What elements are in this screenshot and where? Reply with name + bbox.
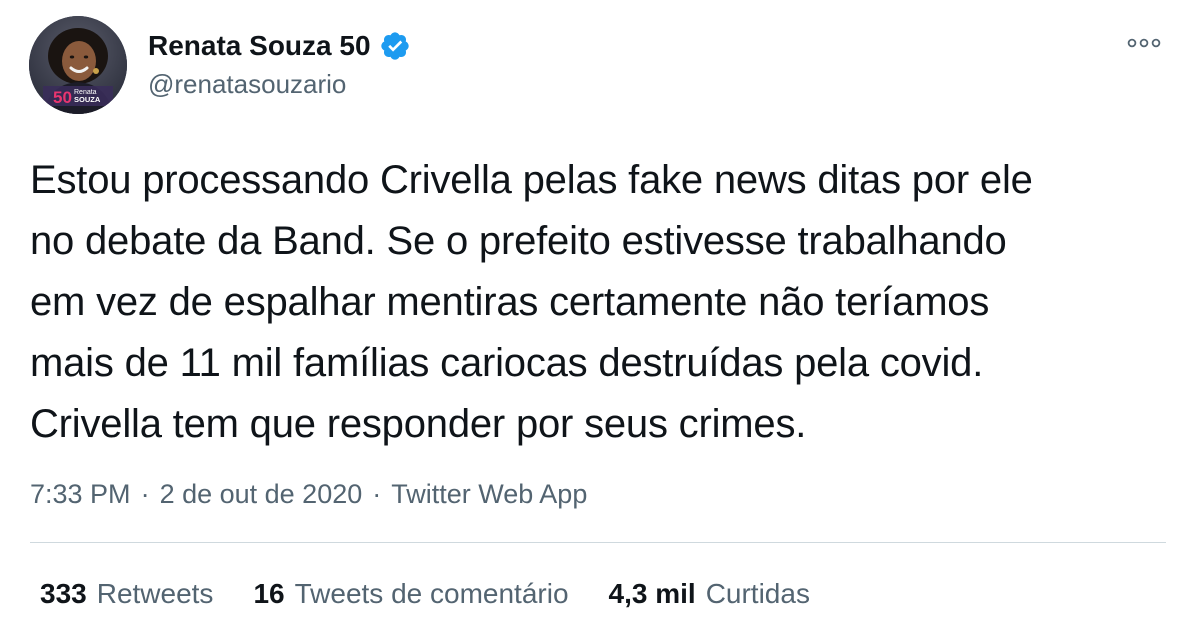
- tweet-meta: 7:33 PM · 2 de out de 2020 · Twitter Web…: [30, 474, 587, 514]
- meta-separator: ·: [372, 478, 382, 509]
- tweet-stats: 333 Retweets 16 Tweets de comentário 4,3…: [40, 574, 850, 614]
- divider: [30, 542, 1166, 543]
- likes-stat[interactable]: 4,3 mil Curtidas: [609, 578, 810, 610]
- avatar-badge-number: 50: [53, 88, 72, 107]
- meta-separator: ·: [140, 478, 150, 509]
- quote-tweets-stat[interactable]: 16 Tweets de comentário: [253, 578, 568, 610]
- avatar[interactable]: 50 Renata SOUZA: [29, 16, 127, 114]
- retweets-count: 333: [40, 578, 87, 609]
- avatar-badge-line2: SOUZA: [74, 95, 101, 104]
- likes-label: Curtidas: [705, 578, 810, 609]
- tweet-date[interactable]: 2 de out de 2020: [160, 479, 363, 510]
- author-name-row: Renata Souza 50: [148, 27, 411, 65]
- tweet-time[interactable]: 7:33 PM: [30, 479, 131, 510]
- avatar-image: 50 Renata SOUZA: [29, 16, 127, 114]
- author-display-name[interactable]: Renata Souza 50: [148, 27, 371, 65]
- retweets-stat[interactable]: 333 Retweets: [40, 578, 213, 610]
- tweet-source[interactable]: Twitter Web App: [391, 479, 587, 510]
- tweet-text: Estou processando Crivella pelas fake ne…: [30, 158, 1033, 446]
- more-options-icon: [1127, 38, 1161, 48]
- likes-count: 4,3 mil: [608, 578, 696, 609]
- tweet-card: 50 Renata SOUZA Renata Souza 50 @renatas…: [0, 0, 1198, 642]
- author-handle[interactable]: @renatasouzario: [148, 68, 346, 100]
- more-options-button[interactable]: [1122, 26, 1166, 60]
- quote-tweets-count: 16: [253, 578, 285, 609]
- retweets-label: Retweets: [96, 578, 214, 609]
- verified-badge-icon: [379, 30, 411, 62]
- quote-tweets-label: Tweets de comentário: [294, 578, 569, 609]
